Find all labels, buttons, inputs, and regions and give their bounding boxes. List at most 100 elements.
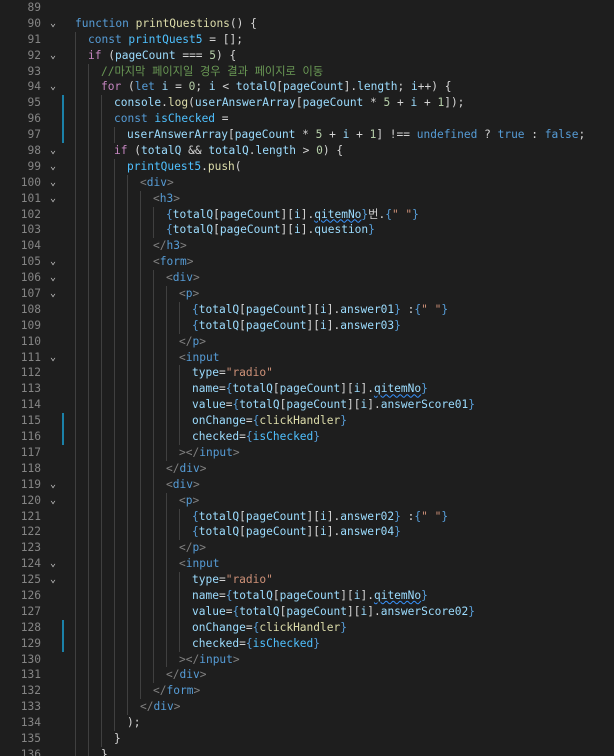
- code-line[interactable]: 96 const isChecked =: [0, 111, 614, 128]
- code-token: "radio": [225, 366, 273, 380]
- indent-guide: [114, 381, 127, 397]
- line-number: 108: [20, 302, 41, 316]
- code-line[interactable]: 124 ⌄ <input: [0, 556, 614, 572]
- code-line[interactable]: 95 console.log(userAnswerArray[pageCount …: [0, 95, 614, 112]
- code-line[interactable]: 90 ⌄ function printQuestions() {: [0, 16, 614, 32]
- code-token: >: [199, 461, 207, 475]
- code-line[interactable]: 93 //마지막 페이지일 경우 결과 페이지로 이동: [0, 64, 614, 80]
- indent-guide: [101, 175, 114, 191]
- code-line[interactable]: 130 ></input>: [0, 652, 614, 668]
- code-line[interactable]: 132 </form>: [0, 683, 614, 699]
- code-line[interactable]: 133 </div>: [0, 699, 614, 715]
- code-text: <p>: [75, 286, 199, 302]
- code-line[interactable]: 119 ⌄ <div>: [0, 477, 614, 493]
- code-line[interactable]: 91 const printQuest5 = [];: [0, 32, 614, 48]
- line-number: 123: [20, 541, 41, 555]
- code-text: <form>: [75, 254, 193, 270]
- indent-guide: [88, 667, 101, 683]
- code-token: "radio": [225, 573, 273, 587]
- indent-guide: [88, 493, 101, 509]
- code-line[interactable]: 127 value={totalQ[pageCount][i].answerSco…: [0, 604, 614, 620]
- code-line[interactable]: 135}: [0, 731, 614, 747]
- code-line[interactable]: 111 ⌄ <input: [0, 350, 614, 366]
- indent-guide: [166, 429, 179, 445]
- modified-line-marker: [62, 619, 64, 636]
- fold-chevron-icon[interactable]: ⌄: [47, 191, 59, 207]
- fold-chevron-icon[interactable]: ⌄: [47, 48, 59, 64]
- indent-guide: [153, 207, 166, 223]
- code-line[interactable]: 92 ⌄ if (pageCount === 5) {: [0, 48, 614, 64]
- indent-guide: [101, 652, 114, 668]
- code-line[interactable]: 94 ⌄ for (let i = 0; i < totalQ[pageCount]…: [0, 79, 614, 95]
- code-token: {: [245, 430, 253, 444]
- code-line[interactable]: 101 ⌄ <h3>: [0, 191, 614, 207]
- indent-guide: [114, 715, 127, 731]
- code-line[interactable]: 117 ></input>: [0, 445, 614, 461]
- code-line[interactable]: 129 checked={isChecked}: [0, 635, 614, 652]
- indent-guide: [114, 350, 127, 366]
- fold-chevron-icon[interactable]: ⌄: [47, 270, 59, 286]
- code-line[interactable]: 128 onChange={clickHandler}: [0, 619, 614, 636]
- code-line[interactable]: 118 </div>: [0, 461, 614, 477]
- indent-guide: [140, 493, 153, 509]
- code-line[interactable]: 103 {totalQ[pageCount][i].question}: [0, 222, 614, 238]
- code-line[interactable]: 122 {totalQ[pageCount][i].answer04}: [0, 524, 614, 540]
- code-text: </p>: [75, 540, 206, 556]
- code-line[interactable]: 131 </div>: [0, 667, 614, 683]
- code-token: {: [166, 223, 173, 237]
- indent-guide: [101, 429, 114, 445]
- indent-guide: [127, 636, 140, 652]
- code-token: totalQ: [239, 398, 280, 412]
- code-line[interactable]: 126 name={totalQ[pageCount][i].qitemNo}: [0, 588, 614, 604]
- indent-guide: [75, 111, 88, 127]
- code-token: ) {: [322, 144, 344, 158]
- code-line[interactable]: 134);: [0, 715, 614, 731]
- code-line[interactable]: 97 userAnswerArray[pageCount * 5 + i + 1]…: [0, 127, 614, 144]
- code-token: qitemNo: [373, 382, 422, 396]
- code-line[interactable]: 99 ⌄ printQuest5.push(: [0, 159, 614, 175]
- code-text: const printQuest5 = [];: [75, 32, 243, 48]
- code-line[interactable]: 110 </p>: [0, 334, 614, 350]
- code-line[interactable]: 105 ⌄ <form>: [0, 254, 614, 270]
- code-line[interactable]: 116 checked={isChecked}: [0, 429, 614, 445]
- fold-chevron-icon[interactable]: ⌄: [47, 572, 59, 588]
- indent-guide: [75, 620, 88, 636]
- code-editor[interactable]: 89 90 ⌄ function printQuestions() {91 const …: [0, 0, 614, 756]
- code-line[interactable]: 102 {totalQ[pageCount][i].qitemNo}번.{" "}: [0, 207, 614, 223]
- code-text: {totalQ[pageCount][i].answer01} :{" "}: [75, 302, 448, 318]
- code-line[interactable]: 89: [0, 0, 614, 16]
- code-line[interactable]: 125 ⌄ type="radio": [0, 572, 614, 588]
- fold-chevron-icon[interactable]: ⌄: [47, 556, 59, 572]
- fold-chevron-icon[interactable]: ⌄: [47, 143, 59, 159]
- fold-chevron-icon[interactable]: ⌄: [47, 286, 59, 302]
- code-line[interactable]: 109 {totalQ[pageCount][i].answer03}: [0, 318, 614, 334]
- code-token: ][: [306, 318, 321, 332]
- fold-chevron-icon[interactable]: ⌄: [47, 16, 59, 32]
- fold-chevron-icon[interactable]: ⌄: [47, 175, 59, 191]
- indent-guide: [75, 159, 88, 175]
- code-line[interactable]: 112 type="radio": [0, 365, 614, 381]
- code-line[interactable]: 115 onChange={clickHandler}: [0, 413, 614, 430]
- fold-chevron-icon[interactable]: ⌄: [47, 350, 59, 366]
- fold-chevron-icon[interactable]: ⌄: [47, 79, 59, 95]
- code-line[interactable]: 104 </h3>: [0, 238, 614, 254]
- code-line[interactable]: 98 ⌄ if (totalQ && totalQ.length > 0) {: [0, 143, 614, 159]
- fold-chevron-icon[interactable]: ⌄: [47, 493, 59, 509]
- fold-chevron-icon[interactable]: ⌄: [47, 159, 59, 175]
- code-line[interactable]: 123 </p>: [0, 540, 614, 556]
- fold-chevron-icon[interactable]: ⌄: [47, 254, 59, 270]
- code-line[interactable]: 108 {totalQ[pageCount][i].answer01} :{" "…: [0, 302, 614, 318]
- code-line[interactable]: 121 {totalQ[pageCount][i].answer02} :{" "…: [0, 509, 614, 525]
- code-line[interactable]: 113 name={totalQ[pageCount][i].qitemNo}: [0, 381, 614, 397]
- code-token: ].: [326, 302, 341, 316]
- fold-chevron-icon[interactable]: ⌄: [47, 477, 59, 493]
- indent-guide: [88, 445, 101, 461]
- indent-guide: [166, 620, 179, 636]
- code-line[interactable]: 100 ⌄ <div>: [0, 175, 614, 191]
- code-line[interactable]: 106 ⌄ <div>: [0, 270, 614, 286]
- code-line[interactable]: 136}: [0, 747, 614, 756]
- code-line[interactable]: 120 ⌄ <p>: [0, 493, 614, 509]
- code-line[interactable]: 114 value={totalQ[pageCount][i].answerSco…: [0, 397, 614, 413]
- indent-guide: [88, 699, 101, 715]
- code-line[interactable]: 107 ⌄ <p>: [0, 286, 614, 302]
